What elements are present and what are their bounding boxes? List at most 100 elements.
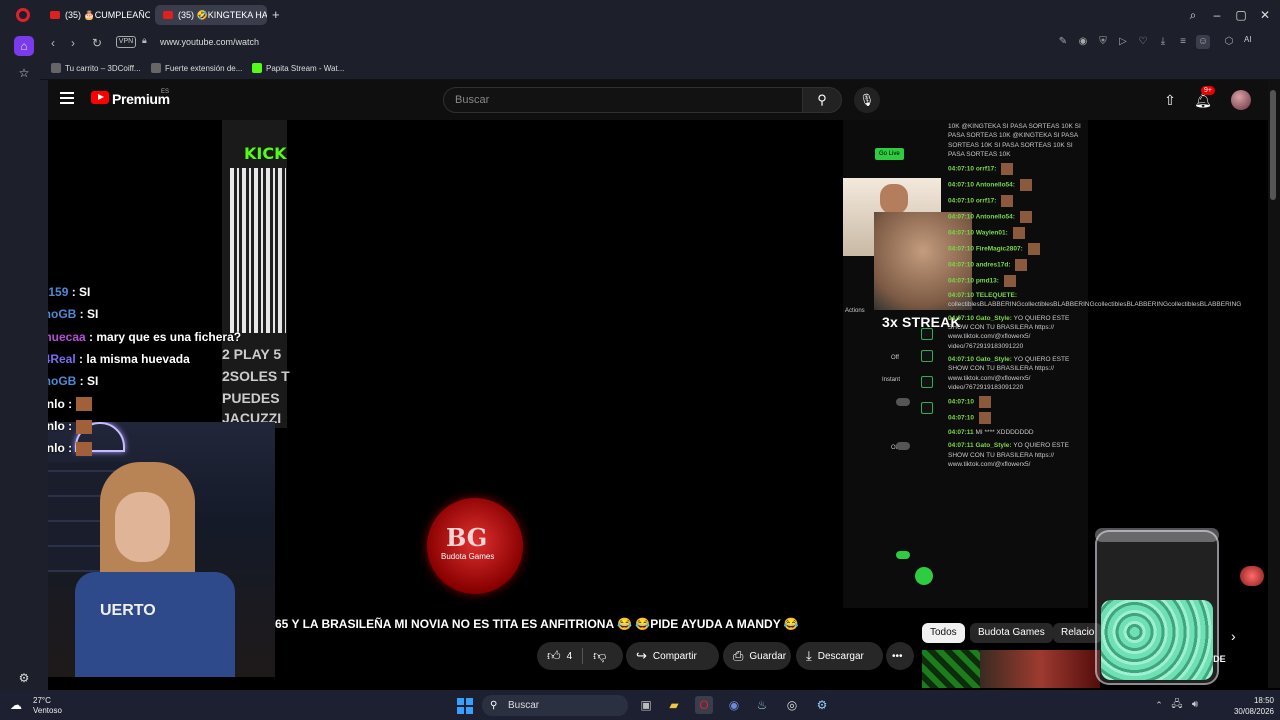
share-button[interactable]: ↪ Compartir [626, 642, 719, 670]
network-icon[interactable]: 🖧︎ [1168, 696, 1186, 714]
avatar[interactable] [1231, 90, 1251, 110]
address-bar: ‹ › ↻ VPN 🔒︎ www.youtube.com/watch ✎ ◉ ⛨… [40, 30, 1280, 55]
bookmark-papita[interactable]: Papita Stream - Wat... [252, 61, 344, 75]
tab-label: (35) 🎂CUMPLEAÑOS FE [65, 9, 150, 20]
pinboard-icon[interactable]: ☆ [14, 63, 34, 83]
save-button[interactable]: ⎙ Guardar [723, 642, 791, 670]
new-tab-button[interactable]: + [272, 7, 280, 22]
back-icon[interactable]: ‹ [44, 34, 62, 52]
voice-search-button[interactable]: 🎙︎ [854, 87, 880, 113]
share-label: Compartir [652, 650, 697, 662]
tab-kingteka[interactable]: (35) 🤣KINGTEKA HA [155, 5, 267, 25]
chat-username: 04:07:10 Gato_Style: [948, 355, 1012, 363]
chat-username: 04:07:10 Waylen01: [948, 229, 1008, 237]
emote-icon [76, 419, 93, 434]
opera-logo[interactable] [16, 8, 30, 22]
clock[interactable]: 18:50 30/08/2026 [1222, 695, 1274, 717]
panel-icon [921, 350, 933, 362]
lock-icon: 🔒︎ [142, 35, 147, 45]
file-explorer-icon[interactable]: ▰ [665, 696, 683, 714]
chat-username: 04:07:10 andres17d: [948, 261, 1011, 269]
tab-cumpleanos[interactable]: (35) 🎂CUMPLEAÑOS FE [42, 5, 150, 25]
emote-icon [978, 396, 991, 409]
scrollbar-thumb[interactable] [1270, 90, 1276, 200]
maximize-icon[interactable]: ▢ [1232, 6, 1250, 24]
youtube-logo-icon[interactable] [91, 91, 109, 104]
task-view-icon[interactable]: ▣ [637, 696, 655, 714]
search-tabs-icon[interactable]: ⌕ [1184, 6, 1202, 24]
shield-icon[interactable]: ⛨ [1096, 35, 1110, 49]
related-thumbnail[interactable] [922, 650, 980, 688]
tray-chevron-icon[interactable]: ⌃ [1150, 696, 1168, 714]
emote-icon [1001, 163, 1014, 176]
bookmark-extension[interactable]: Fuerte extensión de... [151, 61, 242, 75]
discord-icon[interactable]: ◉ [725, 696, 743, 714]
windows-taskbar: ☁ 27°C Ventoso Buscar ⚲ ▣ ▰ O ◉ ♨ ◎ ⚙ ⌃ … [0, 690, 1280, 720]
bookmark-carrito[interactable]: Tu carrito – 3DCoiff... [51, 61, 141, 75]
browser-sidebar: ⌂ ☆ ⚙ [0, 30, 48, 690]
windows-start-icon[interactable] [457, 698, 473, 714]
download-button[interactable]: ⤓ Descargar [796, 642, 883, 670]
speaker-icon[interactable]: 🔊︎ [1186, 696, 1204, 714]
chip-todos[interactable]: Todos [922, 623, 965, 643]
panel-text-1: 2 PLAY 5 [222, 346, 282, 362]
opera-icon[interactable]: O [695, 696, 713, 714]
hamburger-menu-icon[interactable] [60, 92, 74, 104]
url-text[interactable]: www.youtube.com/watch [160, 37, 259, 47]
play-icon[interactable]: ▷ [1116, 35, 1130, 49]
download-icon[interactable]: ⤓ [1156, 35, 1170, 49]
reload-icon[interactable]: ↻ [88, 34, 106, 52]
weather-desc: Ventoso [33, 706, 62, 715]
page-scrollbar[interactable] [1268, 80, 1280, 688]
kick-chat-message: 04:07:10 Gato_Style: YO QUIERO ESTE SHOW… [948, 314, 1088, 351]
kick-chat-message: 04:07:10 FireMagic2807: [948, 243, 1088, 256]
watermark-small: Budota Games [441, 552, 495, 561]
edit-icon[interactable]: ✎ [1056, 35, 1070, 49]
related-thumbnail[interactable] [980, 650, 1100, 688]
record-icon [915, 567, 933, 585]
streamer-face [115, 492, 170, 562]
panel-icon [921, 328, 933, 340]
home-icon[interactable]: ⌂ [14, 36, 34, 56]
ai-button[interactable]: AI [1244, 35, 1252, 44]
extensions-icon[interactable]: ⬡ [1222, 35, 1236, 49]
upload-icon[interactable]: ⇧ [1160, 90, 1180, 110]
kick-chat-message: 10K @KINGTEKA SI PASA SORTEAS 10K SI PAS… [948, 122, 1088, 159]
obs-icon[interactable]: ◎ [783, 696, 801, 714]
forward-icon[interactable]: › [64, 34, 82, 52]
kick-chat-message: 04:07:11 Gato_Style: YO QUIERO ESTE SHOW… [948, 441, 1088, 469]
search-button[interactable]: ⚲ [802, 87, 842, 113]
search-input[interactable]: Buscar [443, 87, 803, 113]
vpn-badge[interactable]: VPN [116, 36, 136, 48]
thumbs-up-icon[interactable]: 👍︎ [547, 648, 561, 664]
camera-icon[interactable]: ◉ [1076, 35, 1090, 49]
bookmark-favicon [51, 63, 61, 73]
close-icon[interactable]: ✕ [1256, 6, 1274, 24]
taskbar-search[interactable]: Buscar [482, 695, 628, 716]
more-actions-button[interactable]: ••• [886, 642, 914, 670]
like-dislike-group: 👍︎ 4 👎︎ [537, 642, 623, 670]
overlay-chat-message: Taxnlo : [48, 397, 93, 412]
chevron-right-icon[interactable]: › [1231, 628, 1236, 644]
chat-username: NocturnoGB [48, 374, 77, 389]
weather-icon[interactable]: ☁ [10, 698, 28, 712]
kick-logo: KICK [244, 144, 287, 163]
minimize-icon[interactable]: – [1208, 6, 1226, 24]
weather-widget[interactable]: 27°C Ventoso [33, 696, 62, 716]
chat-text: : la misma huevada [79, 351, 190, 366]
profile-icon[interactable]: ☺ [1196, 35, 1210, 49]
thumbs-down-icon[interactable]: 👎︎ [593, 648, 606, 664]
heart-icon[interactable]: ♡ [1136, 35, 1150, 49]
chip-budota[interactable]: Budota Games [970, 623, 1053, 643]
chat-username: 04:07:10 pmd13: [948, 277, 999, 285]
steam-icon[interactable]: ♨ [753, 696, 771, 714]
settings-icon[interactable]: ⚙ [14, 668, 34, 688]
setting-actions: Actions [845, 308, 865, 314]
menu-icon[interactable]: ≡ [1176, 35, 1190, 49]
video-player[interactable]: KICK 2 PLAY 5 2SOLES T PUEDES JACUZZI Go… [48, 120, 1268, 688]
chat-text: : SI [79, 374, 99, 389]
settings-app-icon[interactable]: ⚙ [813, 696, 831, 714]
webcam-person [880, 184, 908, 214]
search-icon: ⚲ [817, 92, 827, 107]
divider [582, 648, 584, 664]
